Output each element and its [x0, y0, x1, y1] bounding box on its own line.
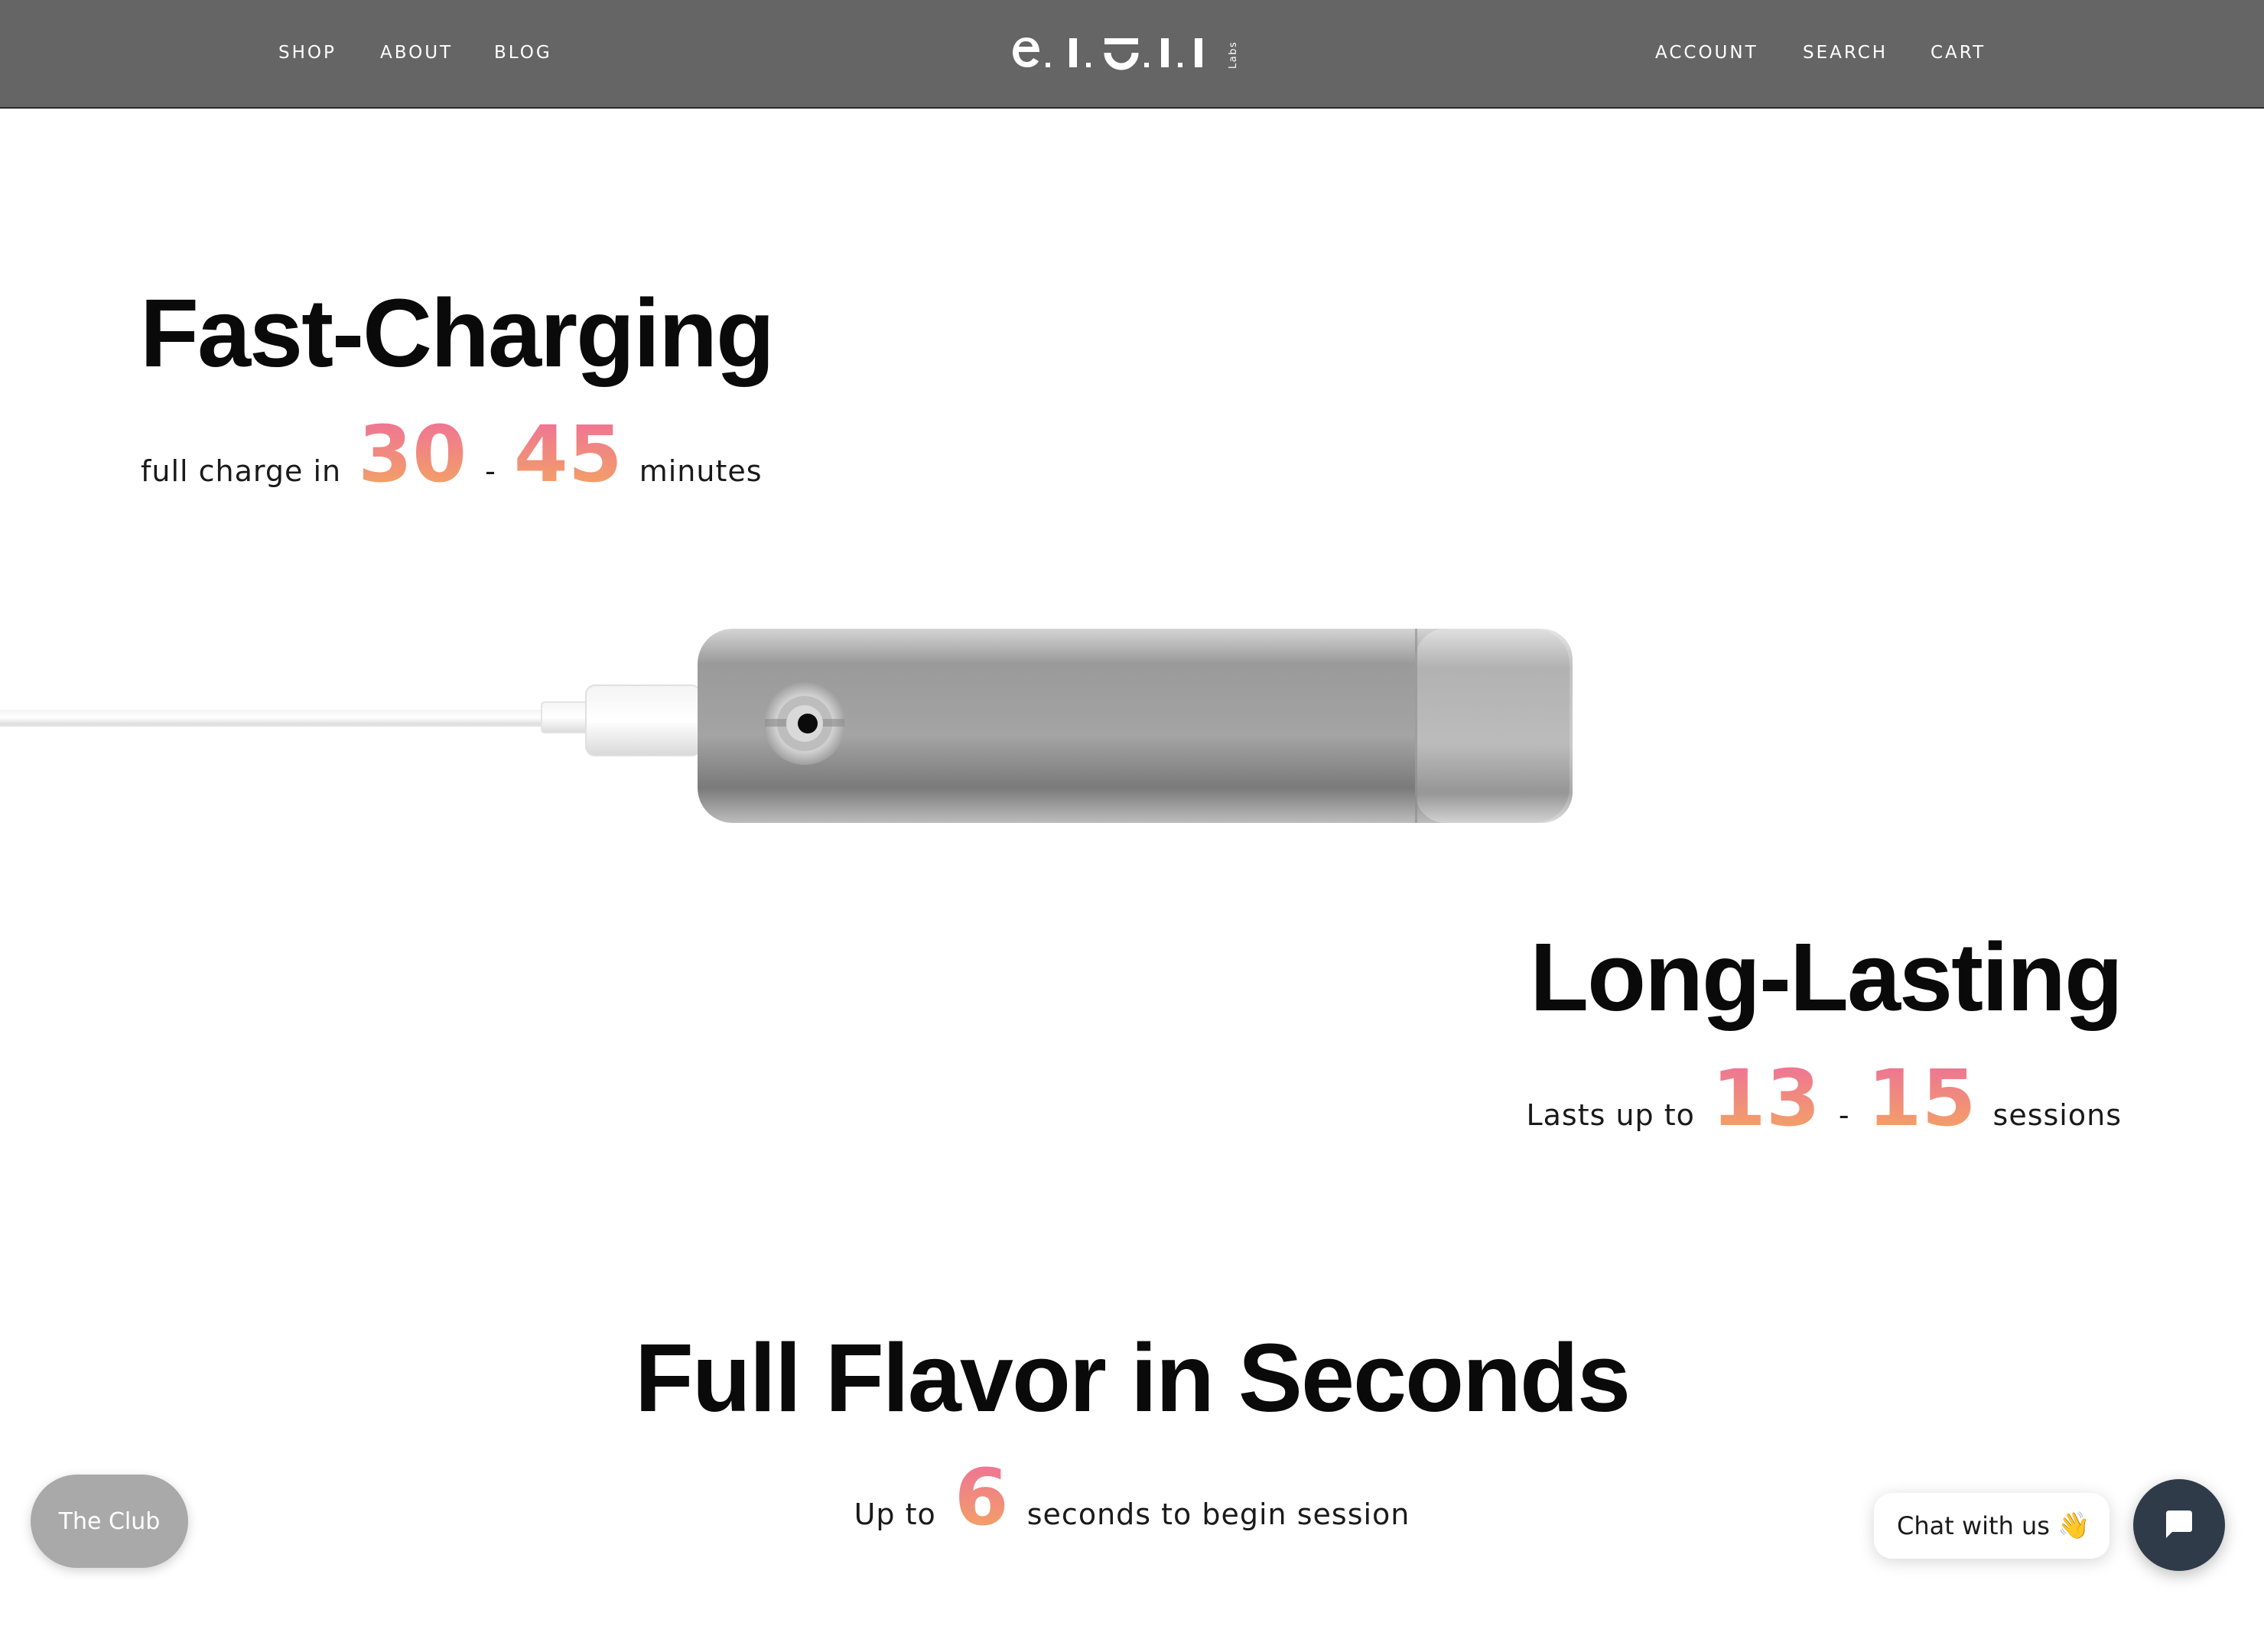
site-header: SHOP ABOUT BLOG Labs ACCOUNT SEARCH CART — [0, 0, 2264, 109]
chat-launcher-button[interactable] — [2133, 1479, 2225, 1571]
chat-prompt-label: Chat with us — [1897, 1511, 2050, 1540]
feature-title-long-lasting: Long-Lasting — [1530, 923, 2123, 1031]
stat-suffix: minutes — [639, 454, 763, 488]
stat-suffix: seconds to begin session — [1026, 1498, 1410, 1531]
feature-title-full-flavor: Full Flavor in Seconds — [634, 1324, 1631, 1432]
nav-account[interactable]: ACCOUNT — [1655, 40, 1758, 66]
stat-value-low: 13 — [1711, 1053, 1820, 1144]
chat-icon — [2162, 1506, 2197, 1545]
stat-prefix: Lasts up to — [1526, 1098, 1695, 1132]
stat-value-high: 15 — [1867, 1053, 1976, 1144]
chat-prompt-bubble[interactable]: Chat with us 👋 — [1874, 1493, 2109, 1559]
stat-value: 6 — [954, 1452, 1009, 1543]
nav-cart[interactable]: CART — [1931, 40, 1986, 66]
stat-value-low: 30 — [358, 409, 467, 500]
stat-separator: - — [1838, 1098, 1849, 1132]
product-image-charging-device — [0, 612, 1591, 841]
stat-value-high: 45 — [513, 409, 623, 500]
nav-shop[interactable]: SHOP — [278, 40, 337, 66]
feature-stat-sessions: Lasts up to 13 - 15 sessions — [1526, 1057, 2122, 1157]
logo-labs-text: Labs — [1228, 41, 1239, 69]
wave-emoji-icon: 👋 — [2057, 1511, 2090, 1541]
nav-search[interactable]: SEARCH — [1803, 40, 1888, 66]
stat-prefix: Up to — [854, 1498, 936, 1531]
nav-blog[interactable]: BLOG — [494, 40, 552, 66]
feature-stat-charge: full charge in 30 - 45 minutes — [141, 413, 763, 513]
stat-prefix: full charge in — [141, 454, 342, 488]
feature-title-fast-charging: Fast-Charging — [140, 279, 775, 387]
stat-separator: - — [485, 454, 496, 488]
nav-about[interactable]: ABOUT — [380, 40, 453, 66]
the-club-button[interactable]: The Club — [31, 1475, 188, 1568]
stat-suffix: sessions — [1992, 1098, 2122, 1132]
brand-logo[interactable]: Labs — [1008, 29, 1253, 76]
